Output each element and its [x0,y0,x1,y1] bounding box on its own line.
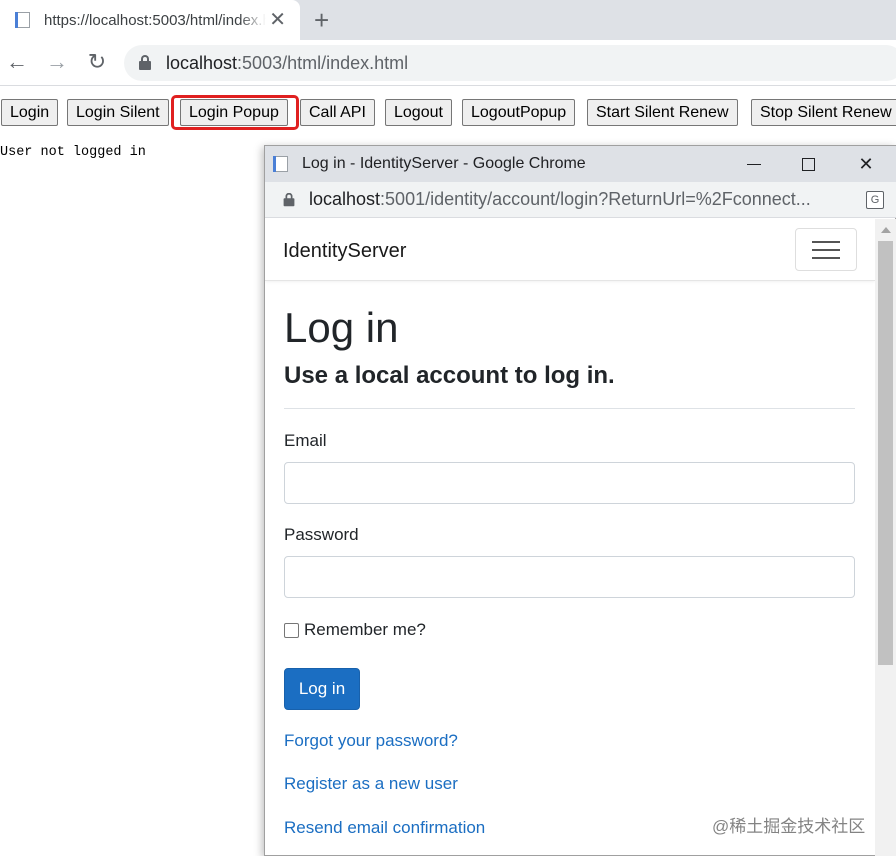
minimize-icon[interactable] [734,150,774,178]
browser-tab[interactable]: https://localhost:5003/html/index.html ✕ [0,0,300,40]
remember-me-checkbox[interactable]: Remember me? [284,620,426,640]
scrollbar-thumb[interactable] [878,241,893,665]
forward-icon[interactable]: → [44,49,70,75]
log-in-button[interactable]: Log in [284,668,360,710]
translate-icon[interactable]: G [866,191,884,209]
tab-title: https://localhost:5003/html/index.html [44,11,266,29]
browser-toolbar: ← → ↻ localhost:5003/html/index.html [0,40,896,86]
site-navbar: IdentityServer [265,219,875,281]
highlight-box [171,95,299,130]
divider [284,408,855,409]
stop-silent-renew-button[interactable]: Stop Silent Renew [751,99,896,126]
close-window-icon[interactable]: ✕ [846,150,886,178]
page-heading: Log in [284,304,399,351]
back-icon[interactable]: ← [4,49,30,75]
call-api-button[interactable]: Call API [300,99,375,126]
checkbox-icon[interactable] [284,622,299,638]
tab-strip: https://localhost:5003/html/index.html ✕… [0,0,896,40]
login-button[interactable]: Login [1,99,59,126]
address-bar[interactable]: localhost:5003/html/index.html [124,45,896,81]
login-silent-button[interactable]: Login Silent [67,99,169,126]
popup-titlebar[interactable]: Log in - IdentityServer - Google Chrome … [265,146,896,182]
remember-me-label: Remember me? [304,620,426,639]
page-icon [272,155,290,173]
new-tab-icon[interactable]: + [314,5,329,35]
logout-popup-button[interactable]: LogoutPopup [462,99,576,126]
forgot-password-link[interactable]: Forgot your password? [284,731,458,751]
start-silent-renew-button[interactable]: Start Silent Renew [587,99,738,126]
popup-address-bar[interactable]: localhost:5001/identity/account/login?Re… [265,182,896,218]
password-field[interactable] [284,556,855,598]
button-row: Login Login Silent Login Popup Call API … [0,99,896,127]
lock-icon[interactable] [138,55,152,71]
watermark: @稀土掘金技术社区 [712,817,866,836]
email-field[interactable] [284,462,855,504]
popup-window: Log in - IdentityServer - Google Chrome … [264,145,896,856]
page-icon [14,11,32,29]
popup-url-text: localhost:5001/identity/account/login?Re… [309,189,811,209]
maximize-icon[interactable] [788,150,828,178]
page-subheading: Use a local account to log in. [284,362,615,389]
close-tab-icon[interactable]: ✕ [269,9,286,31]
url-text: localhost:5003/html/index.html [166,52,409,73]
lock-icon[interactable] [283,192,296,206]
popup-window-title: Log in - IdentityServer - Google Chrome [302,155,586,172]
logout-button[interactable]: Logout [385,99,452,126]
scrollbar[interactable] [875,219,896,856]
resend-confirmation-link[interactable]: Resend email confirmation [284,818,485,838]
brand-link[interactable]: IdentityServer [283,240,406,263]
email-label: Email [284,431,327,450]
reload-icon[interactable]: ↻ [84,49,110,75]
popup-page-content: IdentityServer Log in Use a local accoun… [265,219,875,856]
password-label: Password [284,525,359,544]
scroll-up-icon[interactable] [881,227,891,233]
menu-toggler-icon[interactable] [795,228,857,271]
register-link[interactable]: Register as a new user [284,774,458,794]
login-status: User not logged in [0,145,146,160]
